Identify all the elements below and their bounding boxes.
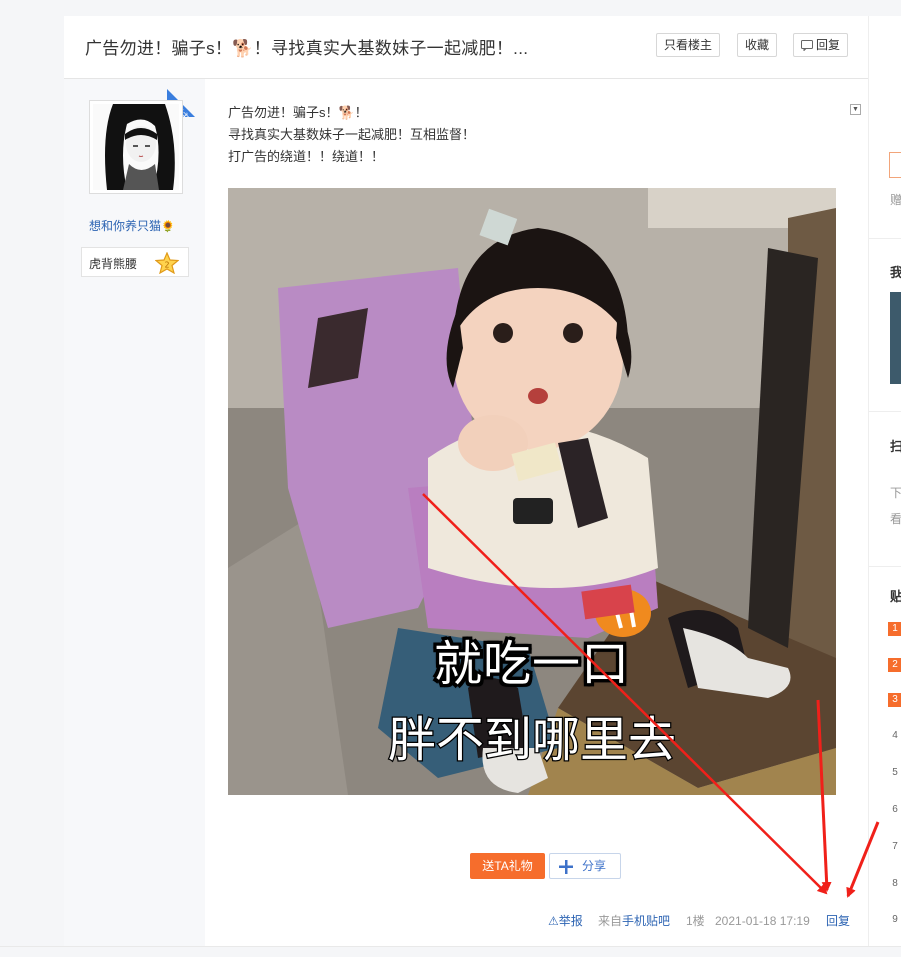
report-link[interactable]: ⚠举报	[548, 912, 583, 930]
send-gift-button[interactable]: 送TA礼物	[470, 853, 545, 879]
sidebar-section-title-partial: 我	[890, 262, 901, 281]
rank-number: 7	[892, 841, 898, 852]
post-image[interactable]: 就吃一口 胖不到哪里去	[228, 188, 836, 795]
share-label: 分享	[582, 859, 607, 873]
author-name-text: 想和你养只猫	[89, 219, 162, 233]
sidebar-text-partial-1: 下	[890, 486, 901, 500]
rank-number: 3	[888, 693, 901, 707]
share-button[interactable]: 分享	[549, 853, 621, 879]
only-op-button[interactable]: 只看楼主	[656, 33, 721, 57]
reply-button[interactable]: 回复	[793, 33, 849, 57]
sidebar-text-partial-2: 看	[890, 512, 901, 526]
rank-number: 2	[888, 658, 901, 672]
rank-title: 虎背熊腰	[89, 257, 138, 271]
rank-number: 1	[888, 622, 901, 636]
left-gutter	[0, 16, 64, 956]
image-caption-line-2: 胖不到哪里去	[388, 712, 676, 768]
reply-button-label: 回复	[816, 38, 841, 52]
sidebar-thumbnail-partial[interactable]	[890, 292, 901, 384]
member-rank-badge[interactable]: 虎背熊腰 2	[81, 247, 189, 277]
thread-title: 广告勿进！骗子s！🐕！寻找真实大基数妹子一起减肥！...	[85, 39, 529, 58]
post-line-2: 寻找真实大基数妹子一起减肥！互相监督！	[228, 127, 476, 142]
sidebar-ranking-title-partial: 贴	[890, 586, 901, 605]
rank-number: 5	[892, 767, 898, 778]
floor-reply-link[interactable]: 回复	[826, 912, 850, 930]
bottom-strip	[0, 946, 901, 957]
sidebar-gift-label-partial: 赠	[890, 193, 901, 207]
rank-number: 8	[892, 878, 898, 889]
mobile-tieba-link[interactable]: 手机贴吧	[622, 914, 670, 928]
sidebar-scan-title-partial: 扫	[890, 436, 901, 455]
thread-main: 广告勿进！骗子s！🐕！寻找真实大基数妹子一起减肥！... 只看楼主 收藏 回复 …	[64, 16, 868, 946]
sidebar-divider	[869, 238, 901, 239]
top-strip	[0, 0, 901, 16]
right-sidebar: 赠 我 扫 下 看 贴 1 2 3 4 5 6 7 8 9	[868, 16, 901, 946]
level-number: 2	[164, 261, 169, 270]
favorite-button[interactable]: 收藏	[737, 33, 778, 57]
sunflower-icon: 🌻	[161, 221, 175, 233]
avatar-image	[93, 104, 179, 190]
rank-number: 4	[892, 730, 898, 741]
thread-header: 广告勿进！骗子s！🐕！寻找真实大基数妹子一起减肥！... 只看楼主 收藏 回复	[64, 16, 868, 79]
sidebar-divider	[869, 411, 901, 412]
image-caption-line-1: 就吃一口	[434, 636, 630, 692]
rank-number: 6	[892, 804, 898, 815]
rank-number: 9	[892, 914, 898, 925]
speech-bubble-icon	[801, 40, 813, 51]
sidebar-divider	[869, 566, 901, 567]
post-menu-dropdown[interactable]: ▼	[850, 104, 861, 115]
plus-share-icon	[559, 860, 573, 874]
post-line-1: 广告勿进！骗子s！🐕！	[228, 105, 368, 120]
level-star-icon: 2	[155, 252, 179, 274]
author-name[interactable]: 想和你养只猫🌻	[89, 217, 175, 234]
sidebar-button-partial[interactable]	[889, 152, 901, 178]
post-line-3: 打广告的绕道！！绕道！！	[228, 149, 385, 164]
baby-photo: 就吃一口 胖不到哪里去	[228, 188, 836, 795]
floor-number: 1楼	[686, 914, 705, 928]
post-content: 广告勿进！骗子s！🐕！ 寻找真实大基数妹子一起减肥！互相监督！ 打广告的绕道！！…	[228, 102, 475, 168]
author-column: 楼主 想和你养只猫🌻 虎背熊腰 2	[64, 79, 205, 946]
post-source: 来自手机贴吧	[598, 912, 670, 930]
avatar[interactable]	[89, 100, 183, 194]
source-prefix: 来自	[598, 914, 623, 928]
post-timestamp: 2021-01-18 17:19	[715, 914, 810, 928]
